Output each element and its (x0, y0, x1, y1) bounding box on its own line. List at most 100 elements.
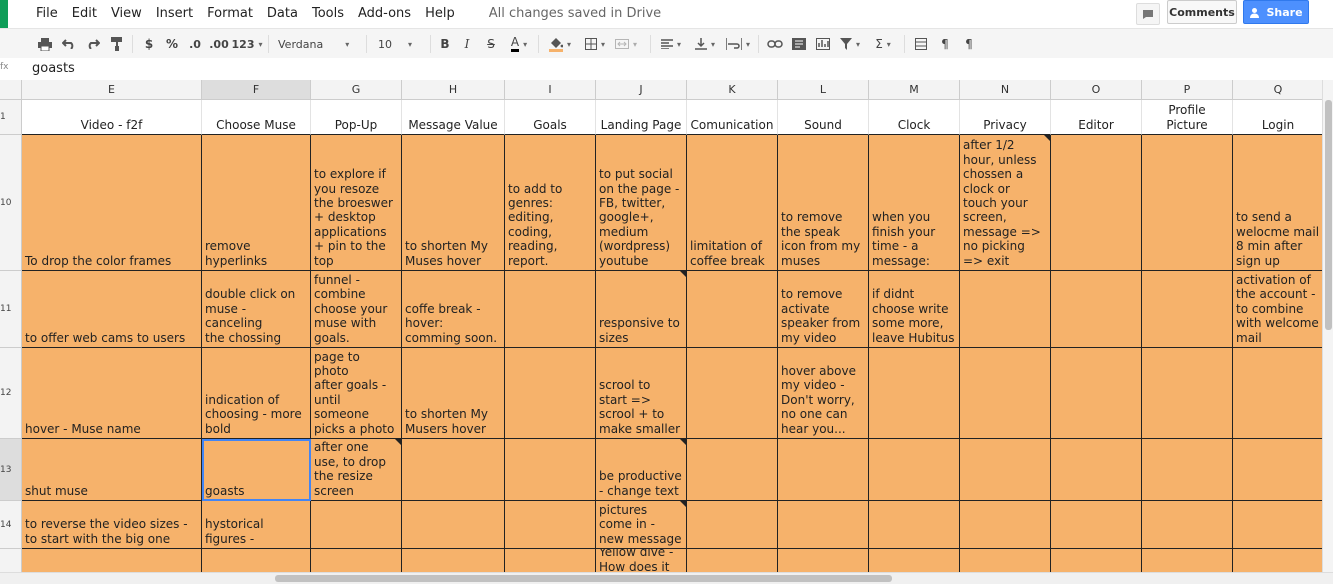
grid-cell[interactable]: limitation of coffee break (687, 135, 778, 271)
grid-cell[interactable]: when you finish your time - a message: (869, 135, 960, 271)
print-icon[interactable] (36, 35, 54, 53)
row-header[interactable]: 1 (0, 100, 22, 135)
row-header[interactable]: 14 (0, 501, 22, 549)
menu-view[interactable]: View (111, 6, 142, 21)
column-header-n[interactable]: N (960, 80, 1051, 100)
grid-cell[interactable]: indication of choosing - more bold (202, 348, 311, 439)
comment-icon[interactable] (1136, 3, 1160, 25)
header-cell[interactable]: Comunication (687, 100, 778, 135)
header-cell[interactable]: Clock (869, 100, 960, 135)
grid-cell[interactable] (869, 501, 960, 549)
horizontal-scroll-thumb[interactable] (275, 575, 892, 582)
grid-cell[interactable]: be productive - change text (596, 439, 687, 501)
header-cell[interactable]: Message Value (402, 100, 505, 135)
column-header-p[interactable]: P (1142, 80, 1233, 100)
grid-cell[interactable] (1142, 271, 1233, 348)
menu-data[interactable]: Data (267, 6, 298, 21)
paint-format-icon[interactable] (108, 35, 126, 53)
redo-icon[interactable] (84, 35, 102, 53)
grid-cell[interactable]: to reverse the video sizes - to start wi… (22, 501, 202, 549)
grid-cell[interactable] (1142, 501, 1233, 549)
freeze-button[interactable] (912, 35, 930, 53)
vertical-scroll-thumb[interactable] (1325, 100, 1332, 330)
column-header-o[interactable]: O (1051, 80, 1142, 100)
grid-cell[interactable] (869, 348, 960, 439)
decrease-decimal-button[interactable]: .0 (186, 35, 204, 53)
fill-color-button[interactable]: ▾ (546, 35, 574, 53)
grid-cell[interactable] (505, 348, 596, 439)
grid-cell[interactable]: to remove activate speaker from my video (778, 271, 869, 348)
grid-cell[interactable]: responsive to sizes (596, 271, 687, 348)
grid-cell[interactable]: coffe break - hover: comming soon. (402, 271, 505, 348)
percent-format-button[interactable]: % (164, 35, 180, 53)
functions-button[interactable]: Σ ▾ (870, 35, 896, 53)
grid-cell[interactable]: after 1/2 hour, unless chossen a clock o… (960, 135, 1051, 271)
menu-edit[interactable]: Edit (72, 6, 97, 21)
grid-cell[interactable] (960, 439, 1051, 501)
increase-decimal-button[interactable]: .00 (208, 35, 230, 53)
grid-cell[interactable]: goasts (202, 439, 311, 501)
row-header[interactable]: 13 (0, 439, 22, 501)
grid-cell[interactable]: remove hyperlinks (202, 135, 311, 271)
horizontal-align-button[interactable]: ▾ (658, 35, 684, 53)
more-formats-button[interactable]: 123 ▾ (232, 35, 263, 53)
column-header-q[interactable]: Q (1233, 80, 1324, 100)
formula-input[interactable]: goasts (32, 61, 75, 76)
header-cell[interactable]: Video - f2f (22, 100, 202, 135)
menu-format[interactable]: Format (207, 6, 253, 21)
column-header-j[interactable]: J (596, 80, 687, 100)
grid-cell[interactable] (1051, 271, 1142, 348)
grid-cell[interactable]: if didnt choose write some more, leave H… (869, 271, 960, 348)
grid-cell[interactable]: hystorical figures - (202, 501, 311, 549)
row-header[interactable]: 10 (0, 135, 22, 271)
currency-format-button[interactable]: $ (142, 35, 156, 53)
grid-cell[interactable] (869, 439, 960, 501)
vertical-scrollbar[interactable] (1322, 80, 1333, 572)
grid-cell[interactable]: when pictures come in - new message (596, 501, 687, 549)
select-all-corner[interactable] (0, 80, 22, 100)
grid-cell[interactable] (960, 271, 1051, 348)
row-header[interactable]: 11 (0, 271, 22, 348)
grid-cell[interactable]: to add to genres: editing, coding, readi… (505, 135, 596, 271)
menu-tools[interactable]: Tools (312, 6, 344, 21)
grid-cell[interactable] (960, 348, 1051, 439)
grid-cell[interactable] (505, 439, 596, 501)
undo-icon[interactable] (60, 35, 78, 53)
grid-cell[interactable]: to shorten My Musers hover (402, 348, 505, 439)
grid-cell[interactable] (1051, 135, 1142, 271)
header-cell[interactable]: Pop-Up (311, 100, 402, 135)
column-header-l[interactable]: L (778, 80, 869, 100)
grid-cell[interactable] (1142, 135, 1233, 271)
grid-cell[interactable] (1233, 501, 1324, 549)
grid-cell[interactable] (960, 501, 1051, 549)
font-size-select[interactable]: 10 ▾ (378, 35, 426, 53)
header-cell[interactable]: Goals (505, 100, 596, 135)
menu-add-ons[interactable]: Add-ons (358, 6, 411, 21)
bold-button[interactable]: B (438, 35, 452, 53)
insert-chart-button[interactable] (814, 35, 832, 53)
column-header-f[interactable]: F (202, 80, 311, 100)
grid-cell[interactable]: hover above my video - Don't worry, no o… (778, 348, 869, 439)
grid-cell[interactable] (1233, 439, 1324, 501)
header-cell[interactable]: Landing Page (596, 100, 687, 135)
grid-cell[interactable]: after one use, to drop the resize screen (311, 439, 402, 501)
grid-cell[interactable] (687, 348, 778, 439)
grid-cell[interactable] (778, 501, 869, 549)
menu-help[interactable]: Help (425, 6, 455, 21)
grid-cell[interactable] (687, 439, 778, 501)
filter-button[interactable]: ▾ (838, 35, 862, 53)
sheets-logo-icon[interactable] (0, 0, 8, 28)
row-header[interactable]: 12 (0, 348, 22, 439)
insert-link-button[interactable] (766, 35, 784, 53)
grid-cell[interactable] (1051, 439, 1142, 501)
header-cell[interactable]: Editor (1051, 100, 1142, 135)
grid-cell[interactable] (687, 501, 778, 549)
header-cell[interactable]: Privacy (960, 100, 1051, 135)
font-family-select[interactable]: Verdana ▾ (278, 35, 354, 53)
grid-cell[interactable]: to offer web cams to users (22, 271, 202, 348)
comments-button[interactable]: Comments (1167, 0, 1237, 24)
borders-button[interactable]: ▾ (582, 35, 608, 53)
grid-cell[interactable]: to explore if you resoze the broeswer + … (311, 135, 402, 271)
grid-cell[interactable] (311, 501, 402, 549)
grid-cell[interactable] (1051, 501, 1142, 549)
